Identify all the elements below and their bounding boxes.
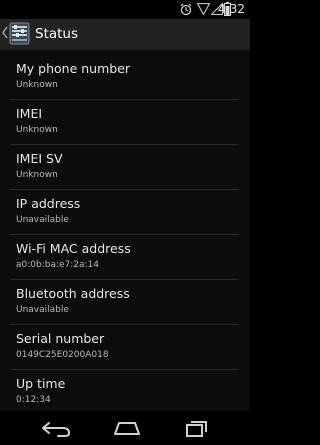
- recent-apps-button[interactable]: [176, 417, 216, 439]
- item-value: a0:0b:ba:e7:2a:14: [16, 260, 100, 270]
- home-button[interactable]: [107, 417, 147, 439]
- settings-icon: [9, 22, 30, 45]
- item-value: Unknown: [16, 80, 58, 90]
- list-item-imei[interactable]: IMEI Unknown: [10, 100, 239, 144]
- up-button[interactable]: [0, 19, 33, 49]
- alarm-icon: [180, 3, 192, 16]
- item-value: Unknown: [16, 125, 58, 135]
- item-value: 0149C25E0200A018: [16, 350, 109, 360]
- item-title: IMEI: [16, 106, 43, 121]
- item-title: IMEI SV: [16, 151, 63, 166]
- clock: 4:32: [218, 2, 245, 16]
- wifi-icon: [197, 3, 210, 15]
- home-icon: [114, 422, 140, 435]
- list-item-up-time[interactable]: Up time 0:12:34: [10, 370, 239, 414]
- recent-apps-icon: [186, 421, 207, 437]
- status-list: My phone number Unknown IMEI Unknown IME…: [0, 51, 250, 411]
- list-item-imei-sv[interactable]: IMEI SV Unknown: [10, 145, 239, 189]
- item-title: IP address: [16, 196, 81, 211]
- item-value: 0:12:34: [16, 395, 51, 405]
- back-icon: [42, 422, 70, 437]
- page-title: Status: [35, 26, 79, 42]
- chevron-left-icon: [2, 26, 8, 39]
- list-item-ip-address[interactable]: IP address Unavailable: [10, 190, 239, 234]
- list-item-phone-number[interactable]: My phone number Unknown: [10, 55, 239, 99]
- item-title: Wi-Fi MAC address: [16, 241, 131, 256]
- back-button[interactable]: [36, 417, 76, 439]
- list-item-wifi-mac[interactable]: Wi-Fi MAC address a0:0b:ba:e7:2a:14: [10, 235, 239, 279]
- item-value: Unknown: [16, 170, 58, 180]
- navigation-bar: [0, 411, 250, 445]
- item-title: Up time: [16, 376, 66, 391]
- list-item-serial-number[interactable]: Serial number 0149C25E0200A018: [10, 325, 239, 369]
- status-bar: 4:32: [0, 0, 250, 19]
- item-title: Serial number: [16, 331, 105, 346]
- item-title: My phone number: [16, 61, 131, 76]
- item-value: Unavailable: [16, 305, 69, 315]
- action-bar: Status: [0, 19, 250, 51]
- item-value: Unavailable: [16, 215, 69, 225]
- item-title: Bluetooth address: [16, 286, 130, 301]
- list-item-bluetooth-address[interactable]: Bluetooth address Unavailable: [10, 280, 239, 324]
